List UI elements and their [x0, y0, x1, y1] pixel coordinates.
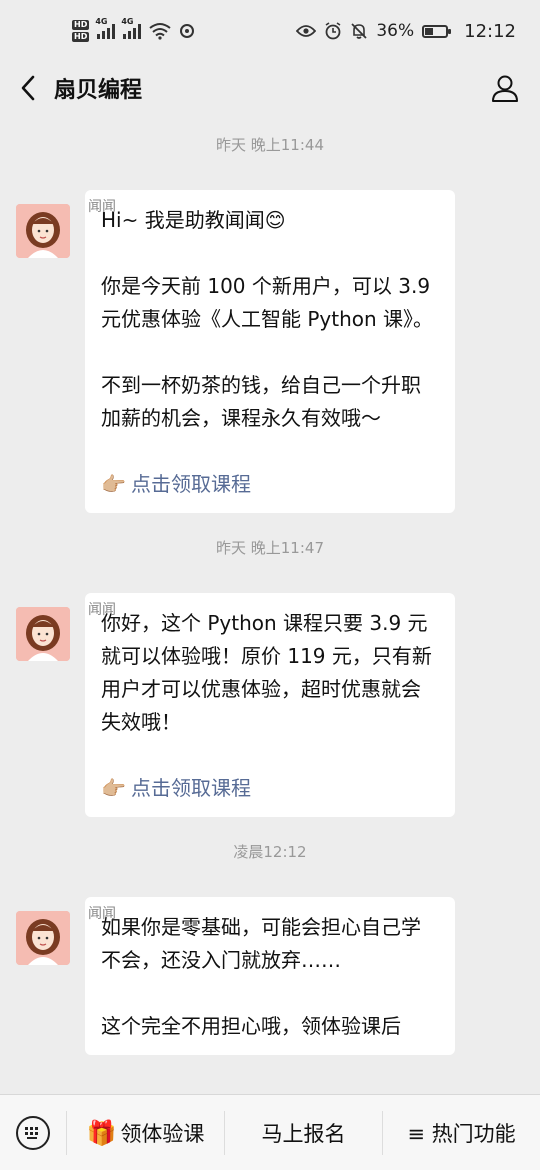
message-line: 你好，这个 Python 课程只要 3.9 元就可以体验哦！原价 119 元，只… [101, 611, 432, 734]
message-bubble[interactable]: 如果你是零基础，可能会担心自己学不会，还没入门就放弃…… 这个完全不用担心哦，领… [85, 897, 455, 1055]
eye-icon [296, 25, 317, 37]
hd-label-2: HD [72, 32, 90, 42]
hd-indicator: HD HD [72, 19, 90, 43]
keyboard-toggle-button[interactable] [0, 1110, 67, 1155]
message-item: 闻闻 如果你是零基础，可能会担心自己学不会，还没入门就放弃…… 这个完全不用担心… [0, 897, 540, 1055]
gift-icon: 🎁 [86, 1118, 117, 1147]
wifi-icon [149, 23, 171, 40]
sender-name: 闻闻 [88, 199, 116, 215]
message-bubble[interactable]: 你好，这个 Python 课程只要 3.9 元就可以体验哦！原价 119 元，只… [85, 593, 455, 817]
alarm-icon [325, 22, 341, 40]
course-link-text[interactable]: 点击领取课程 [131, 472, 251, 496]
avatar[interactable] [16, 204, 70, 258]
signal-icon-2: 4G [121, 17, 142, 39]
clock: 12:12 [464, 20, 516, 42]
status-bar: HD HD 4G 4G 36% 12:12 [0, 0, 540, 62]
message-item: 闻闻 Hi~ 我是助教闻闻😊 你是今天前 100 个新用户，可以 3.9 元优惠… [0, 190, 540, 513]
message-item: 闻闻 你好，这个 Python 课程只要 3.9 元就可以体验哦！原价 119 … [0, 593, 540, 817]
chevron-left-icon [21, 75, 35, 101]
status-left: HD HD 4G 4G [72, 17, 195, 43]
avatar-image [16, 911, 70, 965]
avatar-image [16, 607, 70, 661]
battery-icon [422, 24, 452, 38]
sender-name: 闻闻 [88, 906, 116, 922]
network-type-2: 4G [121, 17, 134, 26]
mute-bell-icon [351, 23, 367, 39]
avatar[interactable] [16, 911, 70, 965]
bottom-menu-bar: 🎁 领体验课 马上报名 ≡ 热门功能 [0, 1094, 540, 1170]
avatar[interactable] [16, 607, 70, 661]
profile-icon[interactable] [490, 73, 520, 103]
hd-label-1: HD [72, 20, 90, 30]
message-timestamp: 凌晨12:12 [233, 843, 307, 861]
network-type-1: 4G [95, 17, 108, 26]
data-sync-icon [180, 24, 195, 38]
back-button[interactable] [20, 73, 40, 103]
signal-icon-1: 4G [95, 17, 116, 39]
message-bubble[interactable]: Hi~ 我是助教闻闻😊 你是今天前 100 个新用户，可以 3.9 元优惠体验《… [85, 190, 455, 513]
keyboard-icon [16, 1115, 50, 1150]
pointing-hand-icon: 👉🏼 [101, 776, 126, 800]
menu-button-enroll[interactable]: 马上报名 [225, 1110, 383, 1155]
message-line: 如果你是零基础，可能会担心自己学不会，还没入门就放弃…… [101, 915, 421, 972]
status-right: 36% 12:12 [296, 21, 516, 42]
sender-name: 闻闻 [88, 602, 116, 618]
chat-header: 扇贝编程 [0, 62, 540, 114]
message-line: 不到一杯奶茶的钱，给自己一个升职加薪的机会，课程永久有效哦～ [101, 373, 421, 430]
pointing-hand-icon: 👉🏼 [101, 472, 126, 496]
course-link-text[interactable]: 点击领取课程 [131, 776, 251, 800]
menu-button-label: 马上报名 [261, 1121, 346, 1146]
menu-button-hot-features[interactable]: ≡ 热门功能 [383, 1111, 540, 1155]
course-link[interactable]: 👉🏼 点击领取课程 [101, 772, 439, 805]
page-title: 扇贝编程 [54, 78, 143, 103]
chat-list[interactable]: 昨天 晚上11:44 闻闻 Hi~ 我是助教闻闻😊 你是今天前 100 个新用户… [0, 114, 540, 1094]
message-line: 你是今天前 100 个新用户，可以 3.9 元优惠体验《人工智能 Python … [101, 274, 434, 331]
avatar-image [16, 204, 70, 258]
message-line: 这个完全不用担心哦，领体验课后 [101, 1014, 401, 1038]
course-link[interactable]: 👉🏼 点击领取课程 [101, 468, 439, 501]
message-timestamp: 昨天 晚上11:44 [216, 136, 324, 154]
menu-button-label: ≡ 热门功能 [407, 1121, 516, 1146]
menu-button-label: 领体验课 [120, 1121, 205, 1146]
message-line: Hi~ 我是助教闻闻😊 [101, 208, 286, 232]
battery-percent: 36% [376, 21, 415, 41]
menu-button-trial-course[interactable]: 🎁 领体验课 [67, 1110, 225, 1155]
message-timestamp: 昨天 晚上11:47 [216, 539, 324, 557]
